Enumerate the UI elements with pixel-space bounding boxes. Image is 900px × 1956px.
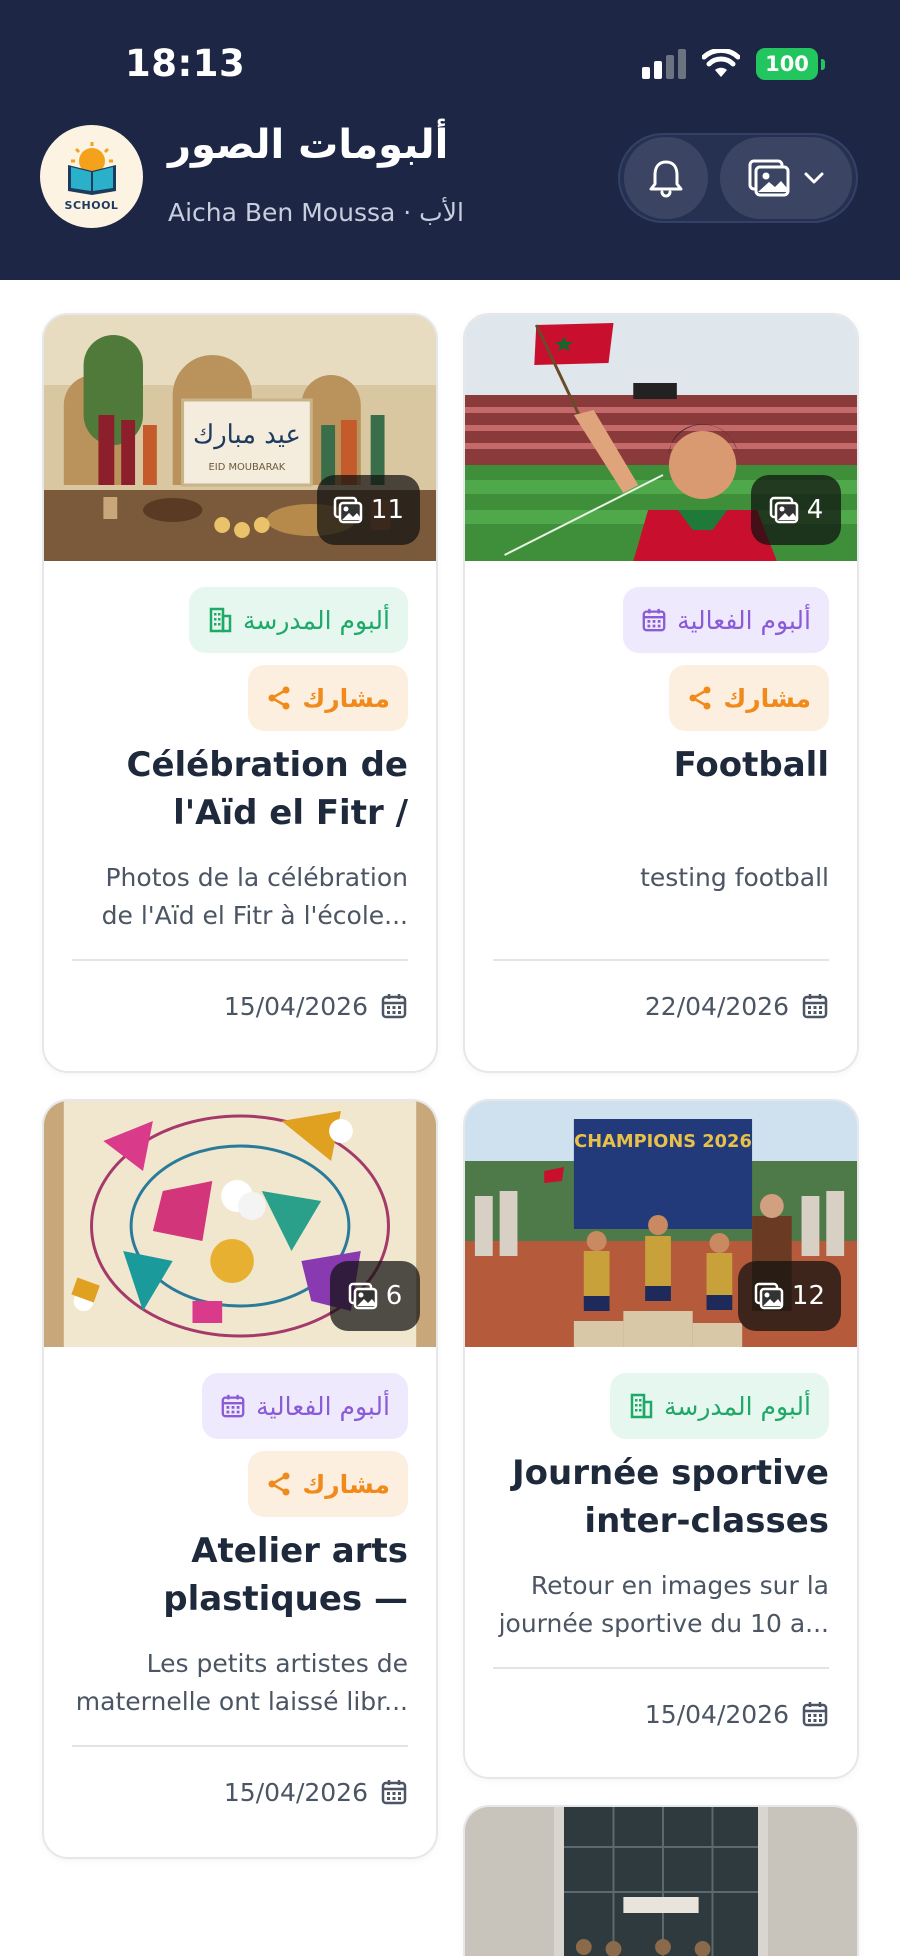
calendar-icon [642,608,666,632]
app-header: 18:13 100 SCHOOL ألبومات الصور Aicha Ben… [0,0,900,280]
album-type-chip: ألبوم الفعالية [202,1373,408,1439]
album-description: Retour en images sur la journée sportive… [498,1571,829,1638]
album-type-label: ألبوم المدرسة [663,1391,811,1421]
photo-count: 11 [370,495,404,525]
album-card[interactable] [463,1805,859,1956]
album-card[interactable]: CHAMPIONS 2026 12 ألبوم المدرسة Journée … [463,1099,859,1779]
photo-count: 6 [385,1281,403,1311]
chevron-down-icon [804,172,824,184]
photo-count-badge: 6 [330,1261,420,1331]
album-date-row: 15/04/2026 [493,1669,829,1759]
album-title: Football [673,745,829,785]
album-cover-image: عيد مبارك EID MOUBARAK 11 [44,315,436,561]
shared-chip: مشارك [248,1451,408,1517]
building-icon [630,1393,653,1419]
user-subtitle: Aicha Ben Moussa · الأب [168,198,464,227]
album-card[interactable]: 6 ألبوم الفعالية مشارك Atelier arts plas… [42,1099,438,1859]
album-type-label: ألبوم الفعالية [677,605,811,635]
svg-text:CHAMPIONS 2026: CHAMPIONS 2026 [574,1131,752,1152]
album-date: 15/04/2026 [644,1699,789,1729]
album-type-chip: ألبوم المدرسة [609,1373,829,1439]
share-icon [268,1472,290,1496]
album-type-chip: ألبوم المدرسة [188,587,408,653]
photos-icon [748,159,790,197]
shared-chip: مشارك [248,665,408,731]
photos-icon [754,1282,784,1310]
album-cover-image: 6 [44,1101,436,1347]
album-type-label: ألبوم المدرسة [242,605,390,635]
wifi-icon [702,49,740,77]
shared-label: مشارك [723,683,811,713]
photos-icon [769,496,798,524]
album-cover-image: 4 [465,315,857,561]
album-type-chip: ألبوم الفعالية [623,587,829,653]
cellular-signal-icon [642,49,686,79]
calendar-icon [381,1780,407,1805]
album-description: testing football [640,863,829,892]
status-icons: 100 [642,48,825,80]
notifications-button[interactable] [624,137,708,219]
building-icon [209,607,232,633]
calendar-icon [802,994,828,1019]
status-time: 18:13 [125,42,246,85]
album-card[interactable]: 4 ألبوم الفعالية مشارك Football testing … [463,313,859,1073]
logo-text: SCHOOL [64,199,119,212]
album-cover-image: CHAMPIONS 2026 12 [465,1101,857,1347]
svg-text:EID MOUBARAK: EID MOUBARAK [209,462,286,473]
album-description: Photos de la célébration de l'Aïd el Fit… [101,863,408,930]
school-logo: SCHOOL [40,125,143,228]
album-date: 15/04/2026 [223,1777,368,1807]
album-date: 15/04/2026 [223,991,368,1021]
shared-label: مشارك [302,683,390,713]
album-switcher-button[interactable] [720,137,852,219]
album-date-row: 15/04/2026 [72,1747,408,1837]
photos-icon [333,496,363,524]
shared-chip: مشارك [669,665,829,731]
photo-count: 4 [806,495,824,525]
album-date: 22/04/2026 [644,991,789,1021]
photos-icon [348,1282,377,1310]
battery-indicator: 100 [756,48,825,80]
photo-count-badge: 12 [737,1261,841,1331]
album-date-row: 22/04/2026 [493,961,829,1051]
calendar-icon [381,994,407,1019]
album-description: Les petits artistes de maternelle ont la… [75,1649,408,1716]
shared-label: مشارك [302,1469,390,1499]
album-title: Atelier arts plastiques — Ma... [163,1531,408,1619]
share-icon [268,686,290,710]
album-date-row: 15/04/2026 [72,961,408,1051]
bell-icon [649,160,683,198]
photo-count-badge: 11 [316,475,420,545]
share-icon [689,686,711,710]
photo-count-badge: 4 [751,475,841,545]
album-title: Célébration de l'Aïd el Fitr / الاحت.. [126,745,408,833]
book-sun-icon [67,142,116,195]
page-title: ألبومات الصور [168,122,449,168]
album-type-label: ألبوم الفعالية [256,1391,390,1421]
album-cover-image [465,1807,857,1956]
calendar-icon [221,1394,245,1418]
album-card[interactable]: عيد مبارك EID MOUBARAK 11 ألبوم المدرسة … [42,313,438,1073]
album-title: Journée sportive inter-classes 202... [512,1453,829,1541]
svg-text:عيد مبارك: عيد مبارك [193,420,301,450]
calendar-icon [802,1702,828,1727]
photo-count: 12 [791,1281,825,1311]
